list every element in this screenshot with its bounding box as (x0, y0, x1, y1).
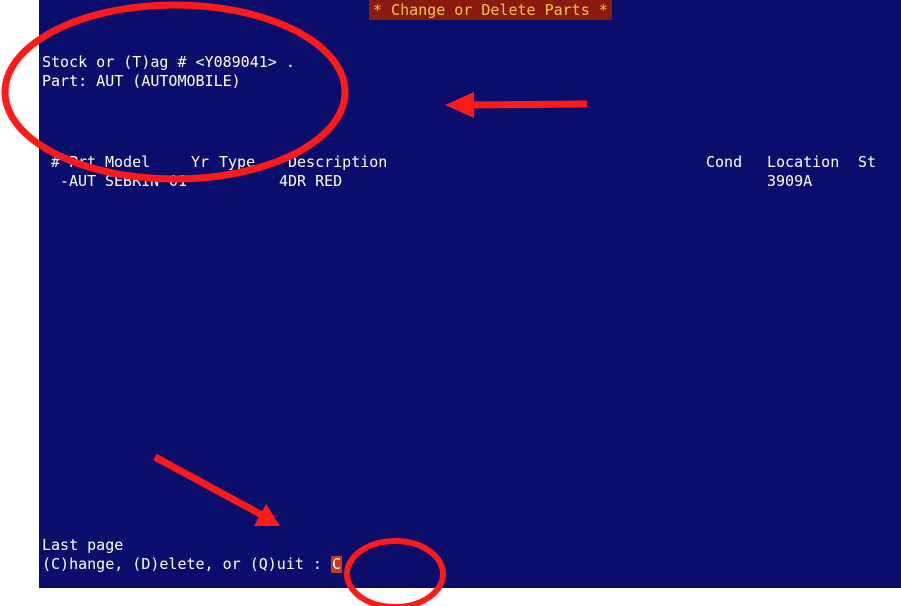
row-model: SEBRIN (105, 172, 160, 190)
row-yr: 01 (169, 172, 188, 190)
col-num: # (51, 153, 61, 171)
col-description: Description (288, 153, 388, 171)
col-type: Type (219, 153, 256, 171)
status-line: Last page (42, 536, 124, 554)
col-model: Model (105, 153, 151, 171)
part-line: Part: AUT (AUTOMOBILE) (42, 72, 241, 90)
command-line: (C)hange, (D)elete, or (Q)uit : C (42, 555, 343, 573)
row-description: 4DR RED (279, 172, 343, 190)
col-prt: Prt (69, 153, 97, 171)
col-location: Location (767, 153, 840, 171)
row-location: 3909A (767, 172, 813, 190)
row-prefix: - (60, 172, 70, 190)
col-yr: Yr (191, 153, 210, 171)
terminal-screen: * Change or Delete Parts * Stock or (T)a… (39, 0, 901, 588)
screen-title: * Change or Delete Parts * (369, 0, 612, 20)
col-st: St (858, 153, 877, 171)
col-cond: Cond (706, 153, 743, 171)
row-prt: AUT (69, 172, 97, 190)
command-input[interactable]: C (331, 556, 343, 573)
command-prompt: (C)hange, (D)elete, or (Q)uit : (42, 555, 322, 573)
stock-tag-prompt[interactable]: Stock or (T)ag # <Y089041> . (42, 54, 295, 71)
